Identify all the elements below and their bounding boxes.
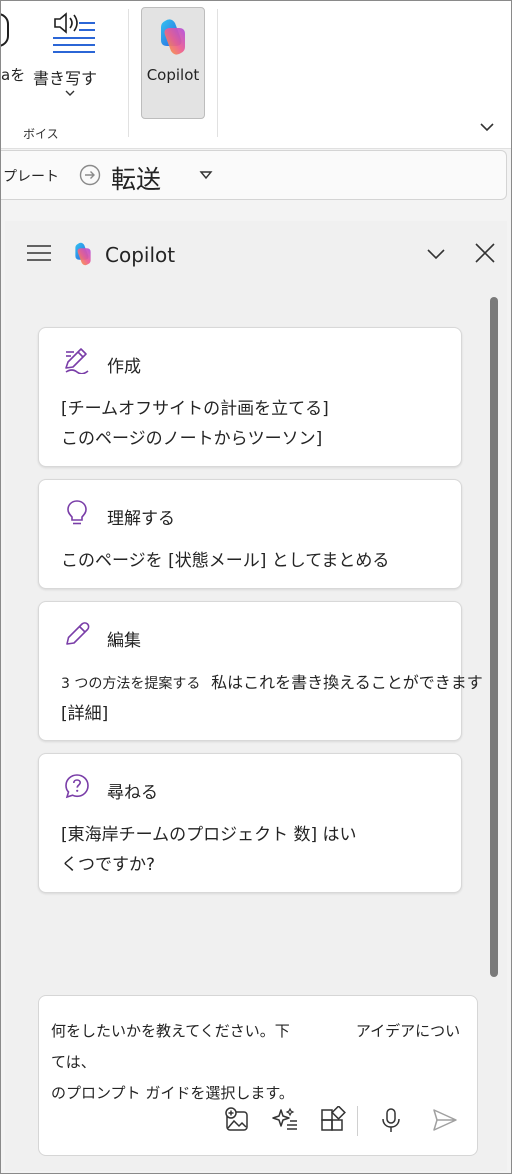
- card-body: このページを [状態メール] としてまとめる: [61, 546, 389, 576]
- card-title: 作成: [107, 357, 141, 377]
- copilot-ribbon-button[interactable]: Copilot: [141, 7, 205, 119]
- copilot-logo-icon: [75, 242, 91, 266]
- apps-grid-icon[interactable]: [319, 1106, 347, 1134]
- copilot-pane: Copilot 作成 [チームオフサイトの計画を立てる] このページのノートから…: [5, 221, 507, 1171]
- lightbulb-icon: [67, 500, 87, 525]
- chevron-down-icon[interactable]: [65, 89, 75, 97]
- copilot-ribbon-label: Copilot: [146, 66, 200, 84]
- card-line-rest: 私はこれを書き換えることができます: [211, 673, 483, 692]
- voice-group-label: ボイス: [23, 127, 59, 141]
- copilot-logo-icon: [161, 19, 185, 55]
- card-line: [東海岸チームのプロジェクト 数] はい: [61, 825, 357, 845]
- send-icon[interactable]: [431, 1106, 459, 1134]
- card-line: くつですか?: [61, 855, 156, 875]
- add-image-icon[interactable]: [223, 1106, 251, 1134]
- question-icon: [65, 774, 89, 799]
- transcribe-icon: [53, 12, 95, 53]
- card-title: 理解する: [107, 509, 175, 529]
- transcribe-label: 書き写す: [33, 69, 98, 88]
- forward-button[interactable]: 転送: [111, 160, 161, 196]
- hamburger-menu-icon[interactable]: [27, 241, 51, 265]
- prompt-input-placeholder[interactable]: 何をしたいかを教えてください。下 アイデアについては、 のプロンプト ガイドを選択…: [51, 1016, 471, 1109]
- sparkle-prompts-icon[interactable]: [271, 1106, 299, 1134]
- pane-title: Copilot: [105, 243, 176, 267]
- toolbar-divider: [357, 1106, 358, 1136]
- command-bar: プレート 転送: [1, 150, 507, 200]
- card-body: [チームオフサイトの計画を立てる] このページのノートからツーソン]: [61, 394, 329, 454]
- transcribe-button[interactable]: 書き写す: [31, 9, 103, 105]
- ribbon-divider: [217, 9, 218, 137]
- compose-icon: [65, 348, 89, 374]
- card-line: [詳細]: [61, 704, 109, 724]
- prompt-card-edit[interactable]: 編集 3 つの方法を提案する 私はこれを書き換えることができます [詳細]: [38, 601, 483, 741]
- microphone-icon[interactable]: [377, 1106, 405, 1134]
- pencil-icon: [66, 622, 90, 645]
- scrollbar-thumb[interactable]: [490, 297, 498, 977]
- close-icon[interactable]: [473, 241, 497, 265]
- card-line: このページを [状態メール] としてまとめる: [61, 551, 390, 571]
- card-title: 編集: [107, 631, 141, 651]
- app-window: aを 書き写す ボイス Copilot プレート 転送 Copilot 作成 […: [0, 0, 512, 1174]
- ribbon-expand-chevron-icon[interactable]: [477, 117, 497, 137]
- prompt-card-create[interactable]: 作成 [チームオフサイトの計画を立てる] このページのノートからツーソン]: [38, 327, 462, 467]
- template-button[interactable]: プレート: [3, 166, 59, 186]
- scrollbar[interactable]: [490, 297, 498, 977]
- dictate-mic-icon[interactable]: [1, 13, 9, 47]
- card-body: 3 つの方法を提案する 私はこれを書き換えることができます [詳細]: [61, 668, 501, 729]
- chevron-down-icon[interactable]: [425, 243, 447, 265]
- prompt-input-box[interactable]: 何をしたいかを教えてください。下 アイデアについては、 のプロンプト ガイドを選択…: [38, 995, 478, 1156]
- prompt-card-ask[interactable]: 尋ねる [東海岸チームのプロジェクト 数] はい くつですか?: [38, 753, 462, 893]
- prompt-card-understand[interactable]: 理解する このページを [状態メール] としてまとめる: [38, 479, 462, 589]
- placeholder-line2: のプロンプト ガイドを選択します。: [51, 1084, 294, 1102]
- placeholder-part1: 何をしたいかを教えてください。下: [51, 1022, 290, 1040]
- card-line: このページのノートからツーソン]: [61, 429, 323, 449]
- card-line-small: 3 つの方法を提案する: [61, 676, 201, 692]
- forward-arrow-icon[interactable]: [79, 164, 101, 186]
- ribbon: aを 書き写す ボイス Copilot: [1, 1, 511, 149]
- dictate-partial-label: aを: [1, 66, 26, 84]
- card-body: [東海岸チームのプロジェクト 数] はい くつですか?: [61, 820, 357, 880]
- card-title: 尋ねる: [107, 783, 158, 803]
- card-line: 3 つの方法を提案する 私はこれを書き換えることができます: [61, 668, 501, 699]
- dropdown-triangle-icon[interactable]: [199, 169, 213, 181]
- card-line: [チームオフサイトの計画を立てる]: [61, 399, 329, 419]
- ribbon-divider: [128, 9, 129, 137]
